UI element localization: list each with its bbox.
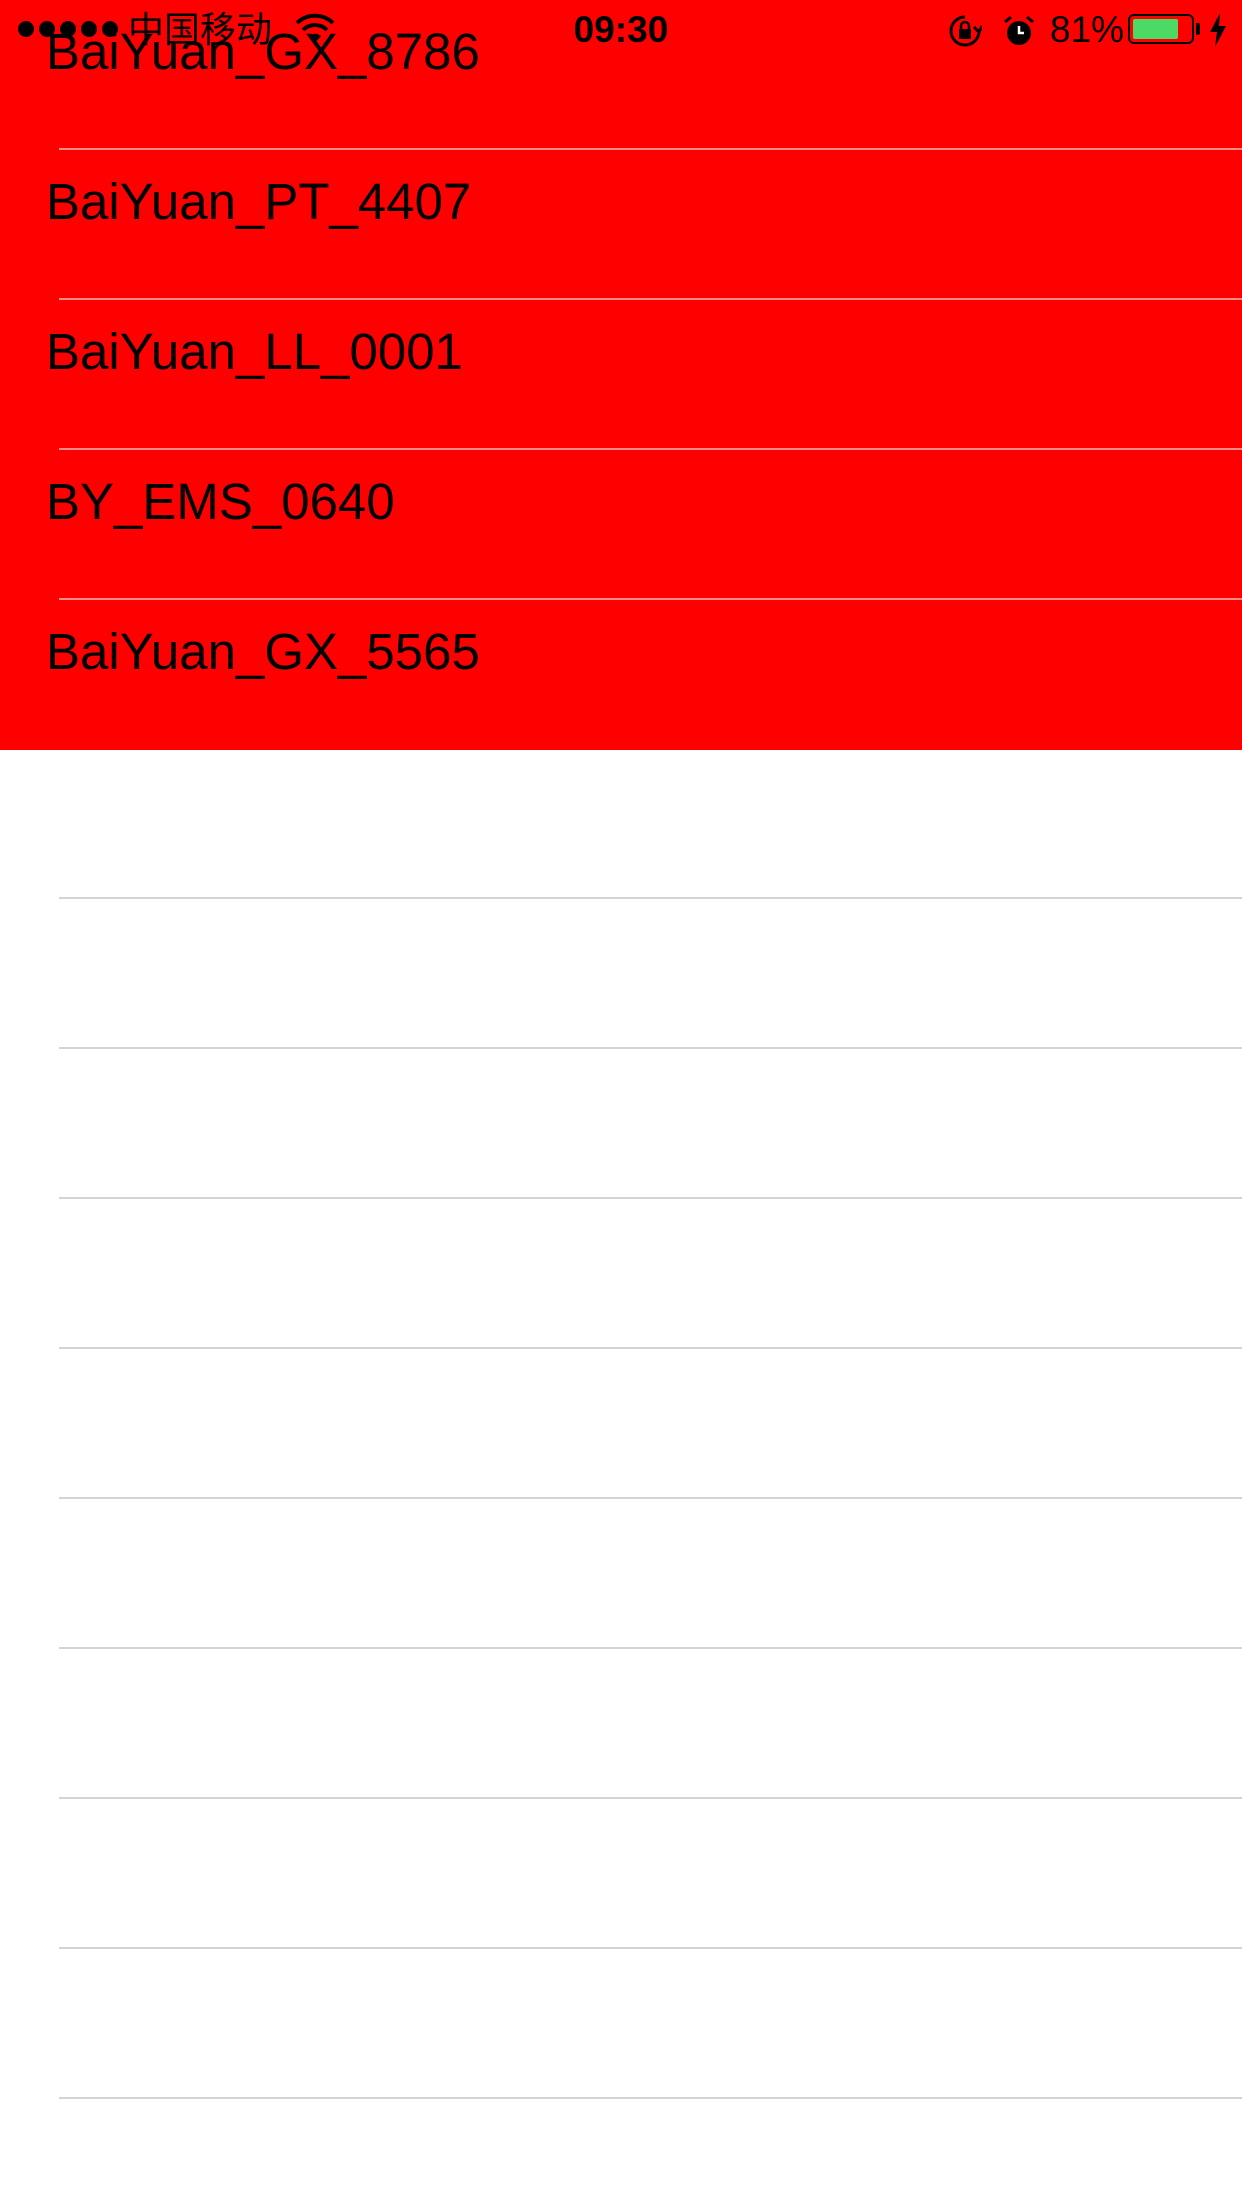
- battery-icon: [1128, 14, 1194, 44]
- row-separator: [59, 1047, 1242, 1049]
- list-item[interactable]: BaiYuan_LL_0001: [0, 300, 1242, 450]
- charging-bolt-icon: [1210, 13, 1226, 47]
- row-separator: [59, 2097, 1242, 2099]
- alarm-icon: [1004, 15, 1034, 45]
- row-separator: [59, 1497, 1242, 1499]
- rotation-lock-icon: [949, 15, 982, 47]
- list-item[interactable]: BY_EMS_0640: [0, 450, 1242, 600]
- empty-row: [0, 1200, 1242, 1350]
- battery-percentage: 81%: [1050, 9, 1125, 50]
- row-separator: [59, 897, 1242, 899]
- empty-row: [0, 900, 1242, 1050]
- empty-row: [0, 1950, 1242, 2100]
- row-separator: [59, 1647, 1242, 1649]
- empty-row: [0, 750, 1242, 900]
- row-separator: [59, 598, 1242, 600]
- row-separator: [59, 1797, 1242, 1799]
- list-item[interactable]: BaiYuan_GX_5565: [0, 600, 1242, 750]
- empty-row: [0, 1500, 1242, 1650]
- list-item-label: BaiYuan_GX_5565: [46, 623, 480, 680]
- empty-row: [0, 1800, 1242, 1950]
- list-item-label: BaiYuan_LL_0001: [46, 323, 463, 380]
- row-separator: [59, 1197, 1242, 1199]
- row-separator: [59, 1347, 1242, 1349]
- row-separator: [59, 298, 1242, 300]
- empty-row: [0, 1650, 1242, 1800]
- row-separator: [59, 448, 1242, 450]
- list-item-label: BaiYuan_PT_4407: [46, 173, 472, 230]
- empty-row: [0, 1050, 1242, 1200]
- list-item-label: BY_EMS_0640: [46, 473, 395, 530]
- row-separator: [59, 148, 1242, 150]
- list-item[interactable]: BaiYuan_PT_4407: [0, 150, 1242, 300]
- device-list: BaiYuan_GX_8786 BaiYuan_PT_4407 BaiYuan_…: [0, 0, 1242, 2100]
- row-separator: [59, 1947, 1242, 1949]
- status-bar: 中国移动 09:30 81%: [0, 0, 1242, 60]
- battery-nub: [1196, 23, 1200, 35]
- empty-row: [0, 1350, 1242, 1500]
- screen: BaiYuan_GX_8786 BaiYuan_PT_4407 BaiYuan_…: [0, 0, 1242, 2208]
